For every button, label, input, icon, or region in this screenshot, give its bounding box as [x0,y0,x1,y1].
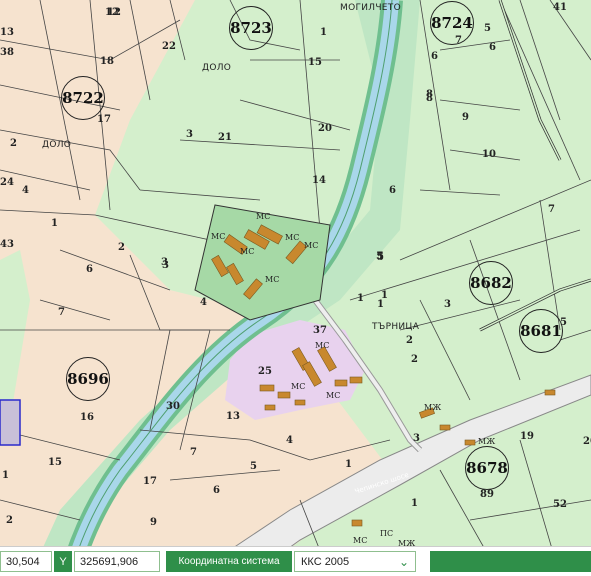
coordinate-system-select[interactable]: ККС 2005 ⌄ [294,551,416,572]
cadastral-map-viewer[interactable]: МОГИЛЧЕТО ДОЛО ДОЛО ТЪРНИЦА Чепинско шос… [0,0,591,576]
parcel-use-code: МС [291,382,306,391]
parcel-number: 20 [318,123,332,134]
x-coordinate-field[interactable]: 30,504 [0,551,52,572]
parcel-number: 5 [377,252,384,263]
cadastral-group-label[interactable]: 8678 [465,446,509,490]
parcel-number: 2 [118,242,125,253]
parcel-number: 1 [345,459,352,470]
y-coordinate-field[interactable]: 325691,906 [74,551,160,572]
coordinate-system-value: ККС 2005 [301,555,350,568]
parcel-number: 17 [97,114,111,125]
status-bar-extension [430,551,591,572]
place-name-dolo: ДОЛО [202,63,232,73]
parcel-number: 6 [489,42,496,53]
parcel-number: 9 [462,112,469,123]
parcel-use-code: МС [315,341,330,350]
cadastral-group-label[interactable]: 8723 [229,6,273,50]
parcel-number: 4 [22,185,29,196]
parcel-number: 1 [51,218,58,229]
parcel-use-code: МС [211,232,226,241]
parcel-number: 5 [560,317,567,328]
parcel-number: 15 [48,457,62,468]
parcel-number: 3 [186,129,193,140]
parcel-number: 3 [413,433,420,444]
parcel-number: 89 [480,489,494,500]
parcel-use-code: МС [353,536,368,545]
chevron-down-icon: ⌄ [398,554,409,569]
parcel-number: 7 [58,307,65,318]
parcel-use-code: МС [326,391,341,400]
coordinate-bar: 30,504 Y 325691,906 Координатна система … [0,546,591,576]
coordinate-system-label: Координатна система [166,551,292,572]
parcel-number: 7 [190,447,197,458]
parcel-number: 38 [0,47,14,58]
parcel-number: 37 [313,325,327,336]
parcel-number: 14 [312,175,326,186]
parcel-number: 3 [162,260,169,271]
parcel-number: 24 [0,177,14,188]
parcel-number: 13 [0,27,14,38]
parcel-use-code: МЖ [424,403,442,412]
parcel-number: 12 [105,7,119,18]
parcel-number: 52 [553,499,567,510]
parcel-number: 6 [86,264,93,275]
parcel-number: 21 [218,132,232,143]
parcel-use-code: ПС [380,529,394,538]
parcel-number: 6 [431,51,438,62]
parcel-number: 2 [10,138,17,149]
parcel-number: 43 [0,239,14,250]
parcel-number: 1 [357,293,364,304]
parcel-number: 15 [308,57,322,68]
place-name-dolo: ДОЛО [42,140,72,150]
parcel-number: 10 [482,149,496,160]
parcel-number: 1 [377,299,384,310]
parcel-number: 20 [583,436,591,447]
parcel-number: 18 [100,56,114,67]
parcel-number: 2 [6,515,13,526]
parcel-use-code: МС [256,212,271,221]
parcel-use-code: МС [304,241,319,250]
y-coordinate-label: Y [54,551,72,572]
parcel-number: 2 [411,354,418,365]
parcel-number: 41 [553,2,567,13]
parcel-number: 9 [150,517,157,528]
parcel-number: 19 [520,431,534,442]
selected-parcel [0,399,21,446]
parcel-number: 1 [320,27,327,38]
parcel-number: 2 [406,335,413,346]
parcel-number: 6 [389,185,396,196]
place-name-tarnitsa: ТЪРНИЦА [372,322,420,332]
parcel-number: 6 [213,485,220,496]
parcel-number: 4 [200,297,207,308]
parcel-number: 1 [381,290,388,301]
parcel-number: 3 [444,299,451,310]
parcel-number: 22 [162,41,176,52]
cadastral-group-label[interactable]: 8724 [430,1,474,45]
parcel-use-code: МС [240,247,255,256]
place-name-mogilcheto: МОГИЛЧЕТО [340,3,401,13]
cadastral-group-label[interactable]: 8681 [519,309,563,353]
parcel-number: 8 [426,93,433,104]
parcel-number: 4 [286,435,293,446]
parcel-use-code: МС [285,233,300,242]
parcel-number: 30 [166,401,180,412]
parcel-number: 1 [411,498,418,509]
cadastral-group-label[interactable]: 8696 [66,357,110,401]
parcel-number: 7 [548,204,555,215]
parcel-use-code: МС [265,275,280,284]
parcel-use-code: МЖ [478,437,496,446]
cadastral-group-label[interactable]: 8682 [469,261,513,305]
parcel-number: 13 [226,411,240,422]
parcel-number: 7 [455,35,462,46]
parcel-number: 16 [80,412,94,423]
parcel-number: 17 [143,476,157,487]
parcel-number: 5 [484,23,491,34]
parcel-number: 5 [250,461,257,472]
parcel-number: 1 [2,470,9,481]
parcel-number: 25 [258,366,272,377]
